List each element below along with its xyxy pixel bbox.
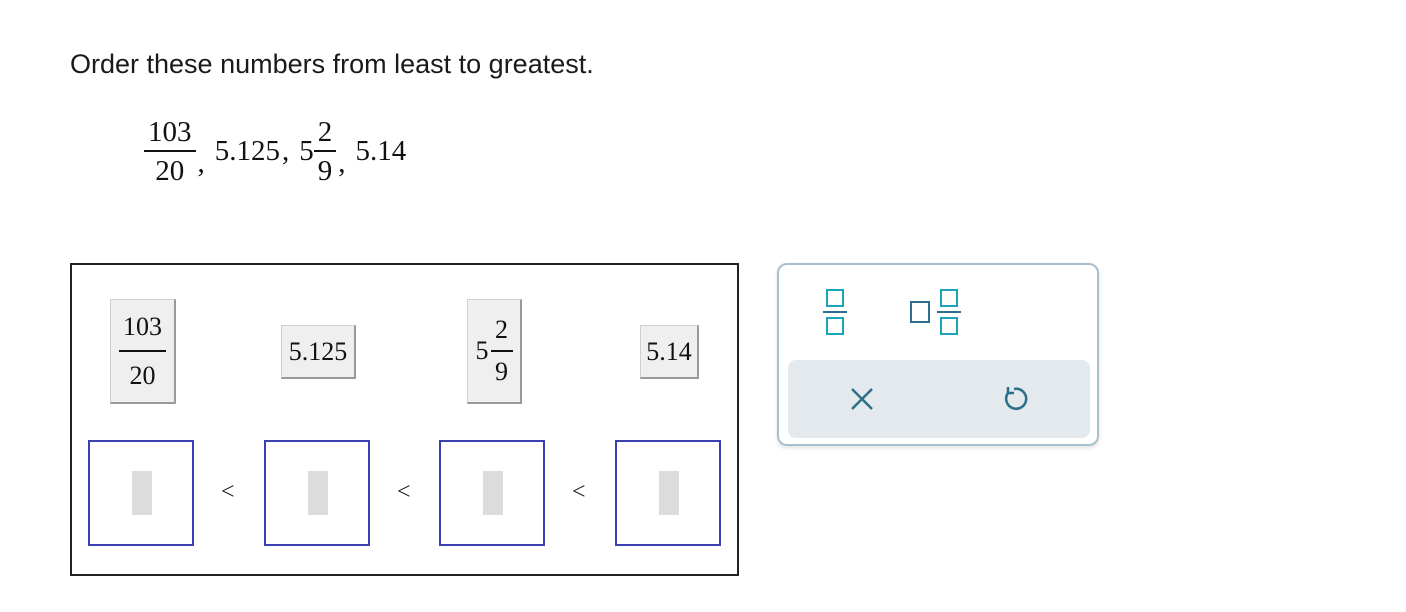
draggable-tile-5-14[interactable]: 5.14 xyxy=(640,325,699,379)
mixed-number-tool-button[interactable] xyxy=(907,285,967,339)
answer-slot-1[interactable] xyxy=(88,440,194,546)
answer-slot-3[interactable] xyxy=(439,440,545,546)
denominator: 9 xyxy=(317,154,333,187)
separator: , xyxy=(282,134,290,167)
whole-part: 5 xyxy=(299,134,314,167)
number-decimal-5-14: 5.14 xyxy=(355,134,407,167)
fraction-tool-button[interactable] xyxy=(817,285,855,339)
slot-placeholder xyxy=(308,471,328,515)
number-decimal-5-125: 5.125 xyxy=(214,134,280,167)
draggable-tile-5-2-9[interactable]: 5 2 9 xyxy=(467,299,522,404)
question-prompt: Order these numbers from least to greate… xyxy=(70,49,594,79)
less-than-symbol: < xyxy=(572,479,586,505)
numbers-list: 103 20 , 5.125 , 5 2 9 , 5.14 xyxy=(144,113,406,189)
toolbar-actions xyxy=(788,360,1090,438)
undo-icon xyxy=(1004,387,1028,410)
tile-mixed-number: 5 2 9 xyxy=(476,316,513,386)
numerator: 103 xyxy=(123,311,162,341)
fraction-bar xyxy=(490,350,513,352)
tile-value: 5.125 xyxy=(288,336,348,366)
numerator: 103 xyxy=(148,115,192,148)
numerator: 2 xyxy=(317,115,333,148)
slot-placeholder xyxy=(483,471,503,515)
whole-part: 5 xyxy=(475,336,489,365)
math-toolbar xyxy=(777,263,1099,446)
denominator: 20 xyxy=(129,360,156,390)
ordering-workspace: 103 20 5.125 5 2 9 5.14 < < < xyxy=(70,263,739,576)
tile-value: 5.14 xyxy=(646,336,692,366)
number-mixed-5-2-9: 5 2 9 xyxy=(299,115,337,187)
fraction-part: 2 9 xyxy=(313,115,337,187)
mixed-number-icon xyxy=(910,289,961,335)
slot-placeholder xyxy=(659,471,679,515)
separator: , xyxy=(197,146,205,179)
slot-placeholder xyxy=(132,471,152,515)
clear-button[interactable] xyxy=(832,374,892,424)
less-than-symbol: < xyxy=(397,479,411,505)
fraction-bar xyxy=(313,149,337,152)
denominator: 9 xyxy=(495,357,508,386)
less-than-symbol: < xyxy=(221,479,235,505)
fraction-part: 2 9 xyxy=(490,315,513,386)
answer-slot-4[interactable] xyxy=(615,440,721,546)
fraction-icon xyxy=(823,289,847,335)
tile-fraction: 103 20 xyxy=(119,311,166,390)
number-fraction-103-20: 103 20 xyxy=(144,117,196,186)
numerator: 2 xyxy=(495,315,508,344)
close-icon xyxy=(851,388,873,410)
separator: , xyxy=(338,146,346,179)
draggable-tile-103-20[interactable]: 103 20 xyxy=(110,299,176,404)
undo-button[interactable] xyxy=(984,374,1044,424)
draggable-tile-5-125[interactable]: 5.125 xyxy=(281,325,356,379)
answer-slot-2[interactable] xyxy=(264,440,370,546)
fraction-bar xyxy=(119,349,166,352)
denominator: 20 xyxy=(155,154,185,187)
fraction-bar xyxy=(144,149,196,152)
